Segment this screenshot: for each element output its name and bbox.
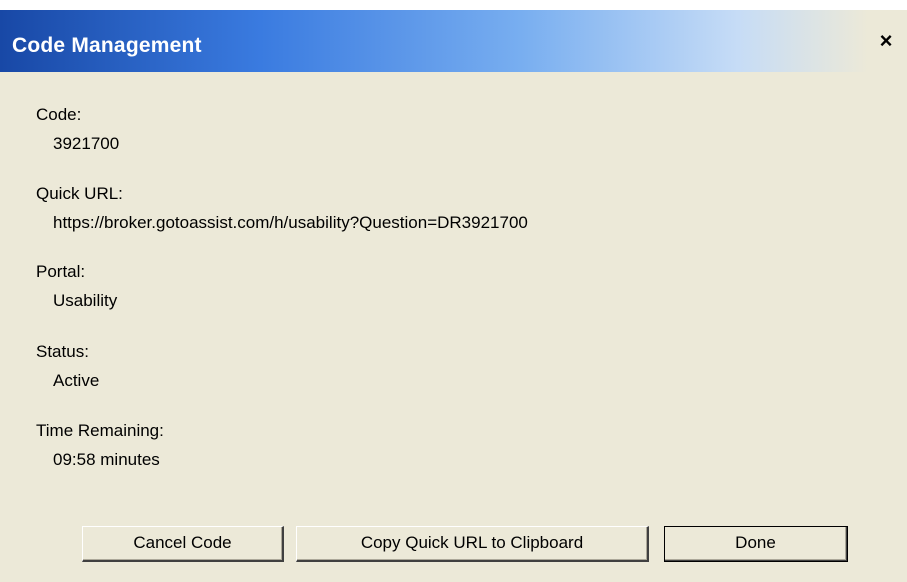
quick-url-label: Quick URL:: [36, 184, 123, 203]
code-value: 3921700: [53, 134, 120, 153]
code-field: Code: 3921700: [36, 105, 119, 154]
code-management-dialog: Code Management × Code: 3921700 Quick UR…: [0, 0, 907, 582]
time-remaining-label: Time Remaining:: [36, 421, 164, 440]
cancel-code-button[interactable]: Cancel Code: [82, 526, 284, 562]
time-remaining-field: Time Remaining: 09:58 minutes: [36, 421, 164, 470]
status-field: Status: Active: [36, 342, 99, 391]
portal-label: Portal:: [36, 262, 86, 281]
copy-quick-url-button[interactable]: Copy Quick URL to Clipboard: [296, 526, 649, 562]
done-button[interactable]: Done: [664, 526, 848, 562]
portal-field: Portal: Usability: [36, 262, 117, 311]
time-remaining-value: 09:58 minutes: [53, 450, 160, 469]
window-title: Code Management: [12, 34, 202, 57]
code-label: Code:: [36, 105, 82, 124]
close-icon[interactable]: ×: [871, 26, 901, 56]
portal-value: Usability: [53, 291, 118, 310]
status-label: Status:: [36, 342, 89, 361]
quick-url-value: https://broker.gotoassist.com/h/usabilit…: [53, 213, 528, 232]
window-top-edge: [0, 0, 907, 10]
quick-url-field: Quick URL: https://broker.gotoassist.com…: [36, 184, 528, 233]
status-value: Active: [53, 371, 100, 390]
title-bar[interactable]: Code Management: [0, 10, 868, 72]
